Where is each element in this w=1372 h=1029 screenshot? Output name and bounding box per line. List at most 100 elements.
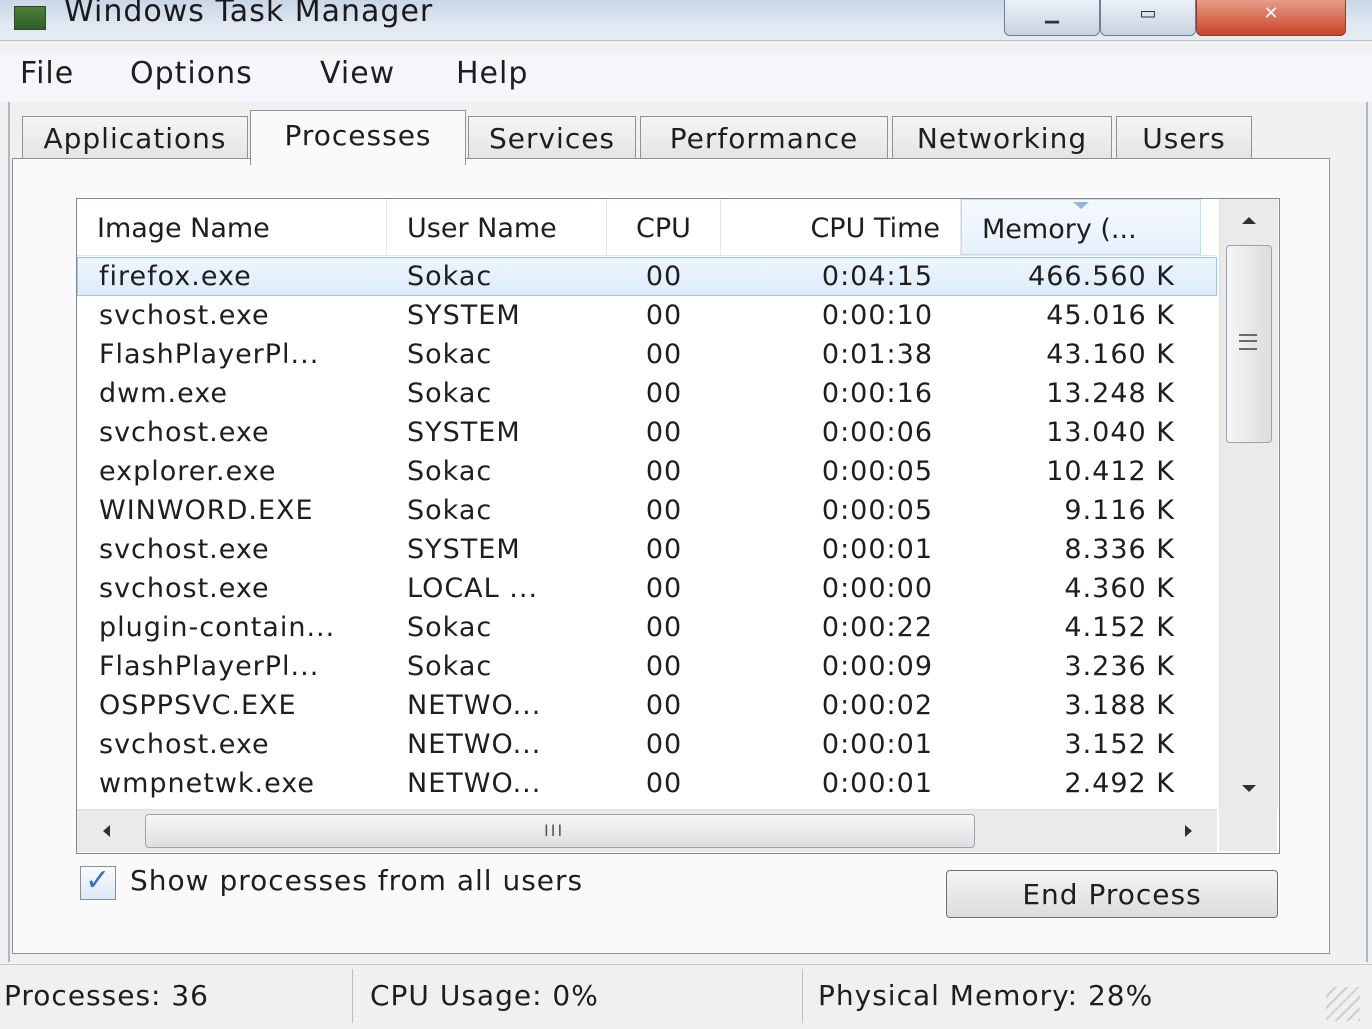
tab-services[interactable]: Services	[468, 116, 636, 161]
cpu-cell: 00	[645, 378, 683, 409]
user-name-cell: NETWO...	[407, 768, 542, 799]
image-name-cell: dwm.exe	[99, 378, 229, 409]
process-rows: firefox.exe Sokac 00 0:04:15 466.560 K svchos…	[77, 257, 1217, 809]
user-name-cell: Sokac	[407, 612, 493, 643]
table-row[interactable]: WINWORD.EXE Sokac 00 0:00:05 9.116 K	[77, 491, 1217, 530]
status-cpu-usage: CPU Usage: 0%	[370, 979, 599, 1012]
scroll-up-button[interactable]	[1220, 199, 1278, 245]
table-row[interactable]: svchost.exe SYSTEM 00 0:00:10 45.016 K	[77, 296, 1217, 335]
column-memory-label: Memory (...	[982, 214, 1137, 245]
cpu-cell: 00	[645, 261, 683, 292]
cpu-time-cell: 0:04:15	[821, 261, 933, 292]
cpu-cell: 00	[645, 339, 683, 370]
menu-view[interactable]: View	[320, 56, 395, 91]
image-name-cell: OSPPSVC.EXE	[99, 690, 297, 721]
scroll-right-button[interactable]	[1157, 810, 1217, 852]
table-row[interactable]: svchost.exe LOCAL ... 00 0:00:00 4.360 K	[77, 569, 1217, 608]
grip-icon	[1239, 334, 1257, 350]
scroll-left-button[interactable]	[77, 810, 137, 852]
tab-performance[interactable]: Performance	[640, 116, 888, 161]
horizontal-scroll-thumb[interactable]: III	[145, 814, 975, 848]
table-row[interactable]: dwm.exe Sokac 00 0:00:16 13.248 K	[77, 374, 1217, 413]
cpu-cell: 00	[645, 417, 683, 448]
memory-cell: 43.160 K	[1046, 339, 1175, 370]
arrow-down-icon	[1242, 785, 1256, 792]
tab-networking[interactable]: Networking	[892, 116, 1112, 161]
tab-processes[interactable]: Processes	[250, 110, 466, 165]
status-divider	[352, 969, 353, 1023]
table-row[interactable]: firefox.exe Sokac 00 0:04:15 466.560 K	[77, 257, 1217, 296]
table-row[interactable]: svchost.exe SYSTEM 00 0:00:01 8.336 K	[77, 530, 1217, 569]
minimize-button[interactable]: ▁	[1004, 0, 1100, 36]
show-all-users-checkbox[interactable]: ✓	[80, 863, 116, 900]
column-memory[interactable]: Memory (...	[961, 199, 1201, 255]
memory-cell: 3.188 K	[1064, 690, 1175, 721]
user-name-cell: Sokac	[407, 495, 493, 526]
cpu-cell: 00	[645, 573, 683, 604]
table-row[interactable]: OSPPSVC.EXE NETWO... 00 0:00:02 3.188 K	[77, 686, 1217, 725]
memory-cell: 13.248 K	[1046, 378, 1175, 409]
table-row[interactable]: plugin-contain... Sokac 00 0:00:22 4.152 K	[77, 608, 1217, 647]
arrow-left-icon	[103, 825, 110, 837]
minimize-icon: ▁	[1045, 3, 1059, 24]
vertical-scroll-thumb[interactable]	[1226, 245, 1272, 443]
end-process-button[interactable]: End Process	[946, 870, 1278, 918]
maximize-button[interactable]: ▭	[1100, 0, 1196, 36]
menu-help[interactable]: Help	[456, 56, 528, 91]
image-name-cell: svchost.exe	[99, 300, 270, 331]
size-grip-icon[interactable]	[1326, 987, 1360, 1021]
user-name-cell: SYSTEM	[407, 534, 521, 565]
cpu-cell: 00	[645, 690, 683, 721]
close-button[interactable]: ✕	[1196, 0, 1346, 36]
vertical-scrollbar[interactable]	[1219, 199, 1278, 809]
process-list[interactable]: Image Name User Name CPU CPU Time Memory…	[76, 198, 1280, 854]
tab-users[interactable]: Users	[1116, 116, 1252, 161]
column-image-name[interactable]: Image Name	[77, 199, 387, 255]
sort-descending-icon	[1073, 202, 1089, 209]
cpu-time-cell: 0:00:05	[821, 495, 933, 526]
cpu-time-cell: 0:00:06	[821, 417, 933, 448]
cpu-time-cell: 0:00:22	[821, 612, 933, 643]
cpu-time-cell: 0:01:38	[821, 339, 933, 370]
memory-cell: 3.236 K	[1064, 651, 1175, 682]
column-user-name[interactable]: User Name	[387, 199, 607, 255]
memory-cell: 10.412 K	[1046, 456, 1175, 487]
user-name-cell: LOCAL ...	[407, 573, 539, 604]
column-cpu-time[interactable]: CPU Time	[721, 199, 961, 255]
image-name-cell: wmpnetwk.exe	[99, 768, 316, 799]
menu-file[interactable]: File	[20, 56, 74, 91]
show-all-users-label[interactable]: Show processes from all users	[130, 864, 583, 897]
cpu-time-cell: 0:00:16	[821, 378, 933, 409]
arrow-right-icon	[1185, 825, 1192, 837]
cpu-cell: 00	[645, 651, 683, 682]
user-name-cell: SYSTEM	[407, 417, 521, 448]
table-row[interactable]: wmpnetwk.exe NETWO... 00 0:00:01 2.492 K	[77, 764, 1217, 803]
title-bar: Windows Task Manager ▁ ▭ ✕	[0, 0, 1372, 41]
close-icon: ✕	[1263, 3, 1279, 24]
user-name-cell: Sokac	[407, 378, 493, 409]
checkmark-icon: ✓	[85, 863, 111, 898]
image-name-cell: explorer.exe	[99, 456, 277, 487]
cpu-time-cell: 0:00:10	[821, 300, 933, 331]
cpu-time-cell: 0:00:01	[821, 768, 933, 799]
scroll-down-button[interactable]	[1220, 763, 1278, 809]
menu-options[interactable]: Options	[130, 56, 253, 91]
user-name-cell: SYSTEM	[407, 300, 521, 331]
memory-cell: 3.152 K	[1064, 729, 1175, 760]
memory-cell: 9.116 K	[1064, 495, 1175, 526]
table-row[interactable]: FlashPlayerPl... Sokac 00 0:00:09 3.236 K	[77, 647, 1217, 686]
image-name-cell: firefox.exe	[99, 261, 252, 292]
tab-applications[interactable]: Applications	[22, 116, 248, 161]
cpu-time-cell: 0:00:01	[821, 729, 933, 760]
table-row[interactable]: svchost.exe NETWO... 00 0:00:01 3.152 K	[77, 725, 1217, 764]
cpu-cell: 00	[645, 729, 683, 760]
table-row[interactable]: FlashPlayerPl... Sokac 00 0:01:38 43.160 K	[77, 335, 1217, 374]
scroll-corner	[1219, 809, 1277, 851]
image-name-cell: plugin-contain...	[99, 612, 336, 643]
maximize-icon: ▭	[1139, 3, 1157, 24]
column-cpu[interactable]: CPU	[607, 199, 721, 255]
table-row[interactable]: svchost.exe SYSTEM 00 0:00:06 13.040 K	[77, 413, 1217, 452]
image-name-cell: FlashPlayerPl...	[99, 651, 320, 682]
table-row[interactable]: explorer.exe Sokac 00 0:00:05 10.412 K	[77, 452, 1217, 491]
horizontal-scrollbar[interactable]: III	[77, 809, 1217, 852]
